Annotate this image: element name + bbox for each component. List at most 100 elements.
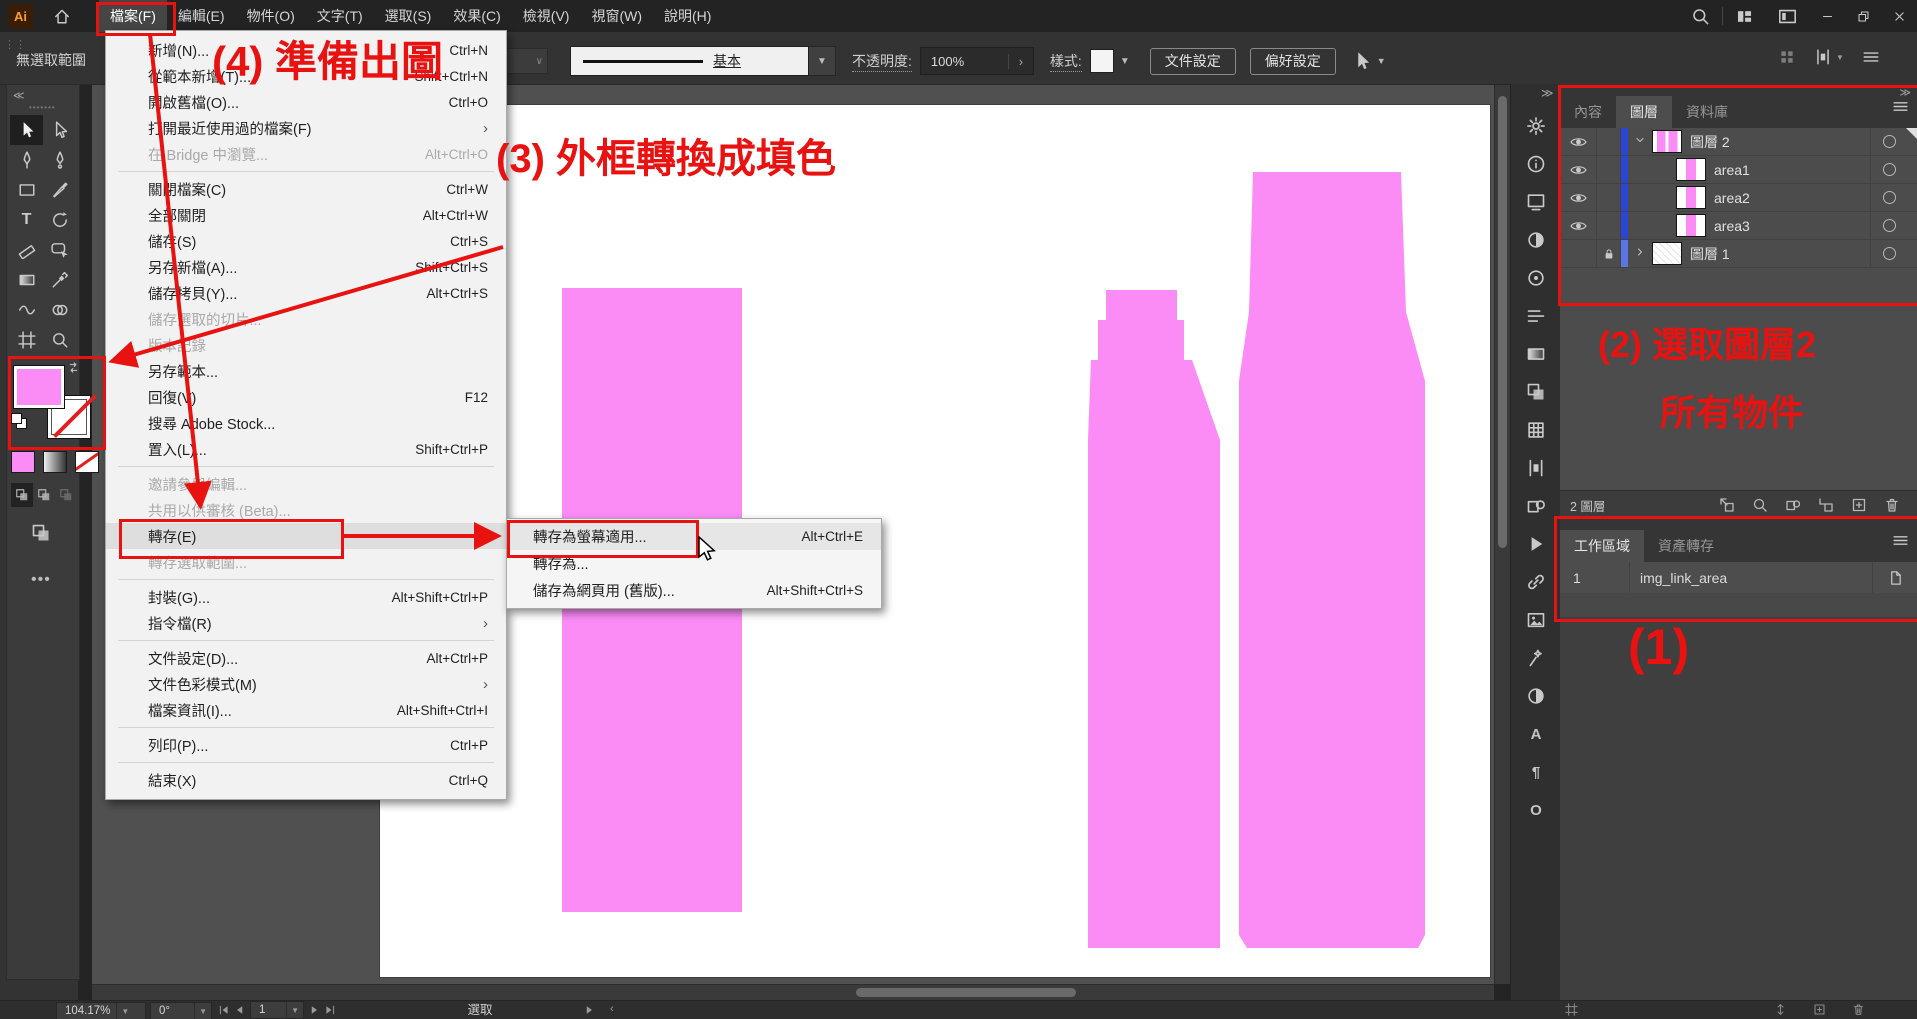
gradient-icon[interactable] <box>1526 344 1546 364</box>
file-menu-item[interactable]: 儲存選取的切片... <box>106 306 506 332</box>
menubar-item-t[interactable]: 文字(T) <box>306 0 374 32</box>
menubar-item-w[interactable]: 視窗(W) <box>580 0 653 32</box>
draw-behind-button[interactable] <box>33 483 55 507</box>
last-artboard-icon[interactable] <box>324 1004 336 1016</box>
opacity-value[interactable]: 100% <box>921 54 1008 69</box>
file-menu-item[interactable]: 在 Bridge 中瀏覽...Alt+Ctrl+O <box>106 141 506 167</box>
next-artboard-icon[interactable] <box>308 1004 320 1016</box>
artboard-tool[interactable] <box>10 325 43 355</box>
zoom-level-value[interactable]: 104.17% <box>57 1005 110 1017</box>
controlbar-menu-icon[interactable] <box>1862 48 1880 66</box>
gradient-button[interactable] <box>43 451 67 473</box>
layer-thumbnail[interactable] <box>1676 158 1706 181</box>
lock-toggle[interactable] <box>1597 128 1621 155</box>
document-setup-button[interactable]: 文件設定 <box>1150 48 1236 75</box>
swap-fill-stroke-icon[interactable] <box>67 361 80 374</box>
variable-width-dropdown[interactable]: ∨ <box>500 48 548 74</box>
file-menu-item[interactable]: 封裝(G)...Alt+Shift+Ctrl+P <box>106 584 506 610</box>
default-fill-stroke-icon[interactable] <box>11 413 25 427</box>
eyedropper-tool[interactable] <box>43 265 76 295</box>
collect-for-export-icon[interactable] <box>1719 497 1735 513</box>
file-menu-item[interactable]: 搜尋 Adobe Stock... <box>106 410 506 436</box>
vertical-scrollbar[interactable] <box>1494 84 1511 984</box>
chevron-right-icon[interactable] <box>1628 245 1652 263</box>
menubar-item-h[interactable]: 說明(H) <box>653 0 722 32</box>
file-menu-item[interactable]: 另存範本... <box>106 358 506 384</box>
paintbrush-tool[interactable] <box>43 175 76 205</box>
file-menu-item[interactable]: 版本記錄 <box>106 332 506 358</box>
opacity-label[interactable]: 不透明度: <box>852 51 912 72</box>
horizontal-scrollbar[interactable] <box>92 984 1494 1001</box>
artboards-panel-icon[interactable] <box>1526 192 1546 212</box>
artboards-panel-menu-icon[interactable] <box>1892 532 1909 549</box>
appearance-icon[interactable] <box>1526 230 1546 250</box>
new-sublayer-icon[interactable] <box>1818 497 1834 513</box>
file-menu-item[interactable]: 回復(V)F12 <box>106 384 506 410</box>
vertical-scrollbar-thumb[interactable] <box>1498 96 1507 548</box>
layer-row[interactable]: area2 <box>1560 184 1917 212</box>
direct-selection-tool[interactable] <box>43 115 76 145</box>
expand-panels-icon[interactable]: ≫ <box>1541 86 1554 100</box>
fill-swatch[interactable] <box>13 365 65 409</box>
export-submenu-item[interactable]: 轉存為螢幕適用...Alt+Ctrl+E <box>507 523 881 550</box>
layer-name[interactable]: 圖層 1 <box>1690 244 1870 264</box>
gradient-tool[interactable] <box>10 265 43 295</box>
target-circle-icon[interactable] <box>1883 247 1896 260</box>
links-icon[interactable] <box>1526 572 1546 592</box>
status-expand-icon[interactable] <box>583 1004 595 1016</box>
preferences-button[interactable]: 偏好設定 <box>1250 48 1336 75</box>
menubar-item-f[interactable]: 檔案(F) <box>99 0 167 32</box>
artboards-tab-資產轉存[interactable]: 資產轉存 <box>1644 530 1728 562</box>
rotation-value[interactable]: 0° <box>151 1005 170 1017</box>
controlbar-grip[interactable]: ⋮⋮ <box>4 42 26 49</box>
new-layer-icon[interactable] <box>1851 497 1867 513</box>
first-artboard-icon[interactable] <box>218 1004 230 1016</box>
width-tool[interactable] <box>10 295 43 325</box>
menubar-item-e[interactable]: 編輯(E) <box>167 0 236 32</box>
layer-name[interactable]: 圖層 2 <box>1690 132 1870 152</box>
layers-panel-menu-icon[interactable] <box>1892 98 1909 115</box>
layer-row[interactable]: 圖層 1 <box>1560 240 1917 268</box>
workspace-switcher-icon[interactable] <box>1735 7 1754 26</box>
rotation-dropdown[interactable]: 0° ▼ <box>150 1002 212 1019</box>
lasso-tool[interactable] <box>43 235 76 265</box>
app-logo-icon[interactable]: Ai <box>8 4 33 29</box>
lock-toggle[interactable] <box>1597 156 1621 183</box>
status-collapse-icon[interactable]: ‹ <box>610 1003 614 1015</box>
isolate-selection-icon[interactable]: ▼ <box>1352 51 1386 71</box>
menubar-item-c[interactable]: 效果(C) <box>442 0 511 32</box>
file-menu-item[interactable]: 全部關閉Alt+Ctrl+W <box>106 202 506 228</box>
file-menu-item[interactable]: 新增(N)...Ctrl+N <box>106 37 506 63</box>
lock-toggle[interactable] <box>1597 212 1621 239</box>
arrange-documents-icon[interactable] <box>1778 7 1797 26</box>
image-trace-icon[interactable] <box>1526 648 1546 668</box>
file-menu-item[interactable]: 轉存選取範圍... <box>106 549 506 575</box>
file-menu-item[interactable]: 另存新檔(A)...Shift+Ctrl+S <box>106 254 506 280</box>
tools-drag-handle[interactable]: ••••••• <box>29 103 56 112</box>
artboards-tab-工作區域[interactable]: 工作區域 <box>1560 530 1644 562</box>
paragraph-icon[interactable]: ¶ <box>1526 762 1546 782</box>
shape-builder-tool[interactable] <box>43 295 76 325</box>
layers-tab-資料庫[interactable]: 資料庫 <box>1672 96 1742 128</box>
artboard-number-dropdown[interactable]: 1 ▼ <box>250 1001 304 1019</box>
file-menu-item[interactable]: 儲存(S)Ctrl+S <box>106 228 506 254</box>
menubar-item-v[interactable]: 檢視(V) <box>512 0 581 32</box>
file-menu-item[interactable]: 結束(X)Ctrl+Q <box>106 767 506 793</box>
menubar-item-s[interactable]: 選取(S) <box>374 0 443 32</box>
close-button[interactable] <box>1881 0 1917 32</box>
layer-thumbnail[interactable] <box>1652 242 1682 265</box>
info-icon[interactable] <box>1526 154 1546 174</box>
file-menu-item[interactable]: 文件設定(D)...Alt+Ctrl+P <box>106 645 506 671</box>
reorder-icon[interactable] <box>1774 1003 1787 1016</box>
file-menu-item[interactable]: 指令檔(R)› <box>106 610 506 636</box>
layer-row[interactable]: area1 <box>1560 156 1917 184</box>
delete-artboard-icon[interactable] <box>1852 1003 1865 1016</box>
layer-name[interactable]: area2 <box>1714 190 1870 206</box>
layer-thumbnail[interactable] <box>1652 130 1682 153</box>
layers-tab-圖層[interactable]: 圖層 <box>1616 96 1672 128</box>
rotate-tool[interactable] <box>43 205 76 235</box>
make-clipping-mask-icon[interactable] <box>1785 497 1801 513</box>
lock-toggle[interactable] <box>1597 184 1621 211</box>
opacity-field[interactable]: 100% › <box>920 47 1034 75</box>
file-menu-item[interactable]: 置入(L)...Shift+Ctrl+P <box>106 436 506 462</box>
